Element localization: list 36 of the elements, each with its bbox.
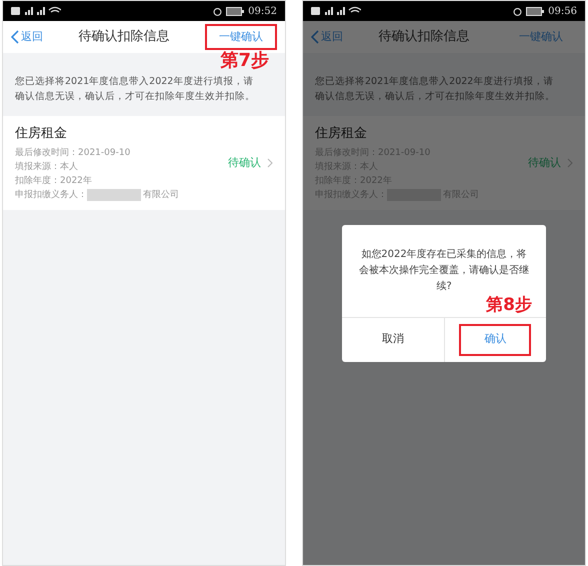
status-label: 待确认 (228, 154, 261, 170)
chevron-right-icon (567, 158, 573, 168)
alarm-icon (213, 6, 222, 16)
back-chevron-icon (11, 30, 19, 44)
battery-icon (526, 6, 544, 16)
back-chevron-icon (311, 30, 319, 44)
status-time: 09:56 (548, 4, 577, 18)
dialog-button[interactable]: 确认 (459, 324, 532, 356)
notice-text: 您已选择将2021年度信息带入2022年度进行填报，请确认信息无误，确认后，才可在扣除年度生效并扣除。 (315, 75, 556, 104)
confirm-all-button[interactable]: 一键确认 (205, 24, 277, 50)
item-title: 住房租金 (315, 125, 368, 143)
page-title: 待确认扣除信息 (378, 28, 470, 46)
back-button[interactable]: 返回 (311, 28, 343, 46)
deduction-card[interactable]: 住房租金 最后修改时间：2021-09-10 填报来源：本人 扣除年度：2022年 申报扣缴义务人： 有限公司 待确认 (3, 116, 285, 210)
confirm-all-button[interactable]: 一键确认 (505, 24, 577, 50)
item-detail: 有限公司 (143, 188, 179, 202)
item-detail: 最后修改时间：2021-09-10 (15, 146, 132, 160)
item-detail: 申报扣缴义务人： (15, 188, 87, 202)
item-title: 住房租金 (15, 125, 68, 143)
chevron-right-icon (267, 158, 273, 168)
dialog-button[interactable]: 取消 (356, 324, 429, 356)
item-detail: 填报来源：本人 (15, 160, 79, 174)
signal-icon (311, 6, 361, 16)
notice-text: 您已选择将2021年度信息带入2022年度进行填报，请确认信息无误，确认后，才可在扣除年度生效并扣除。 (15, 75, 256, 104)
signal-icon (11, 6, 61, 16)
battery-icon (226, 6, 244, 16)
step-label: 第8步 (486, 294, 532, 314)
dialog-message: 如您2022年度存在已采集的信息，将会被本次操作完全覆盖，请确认是否继续? (358, 248, 530, 294)
step-label: 第7步 (220, 51, 269, 71)
item-detail: 扣除年度：2022年 (15, 174, 93, 188)
alarm-icon (513, 6, 522, 16)
status-label: 待确认 (528, 154, 561, 170)
page-title: 待确认扣除信息 (78, 28, 170, 46)
back-button[interactable]: 返回 (11, 28, 43, 46)
status-time: 09:52 (248, 4, 277, 18)
redaction-block (87, 188, 141, 200)
